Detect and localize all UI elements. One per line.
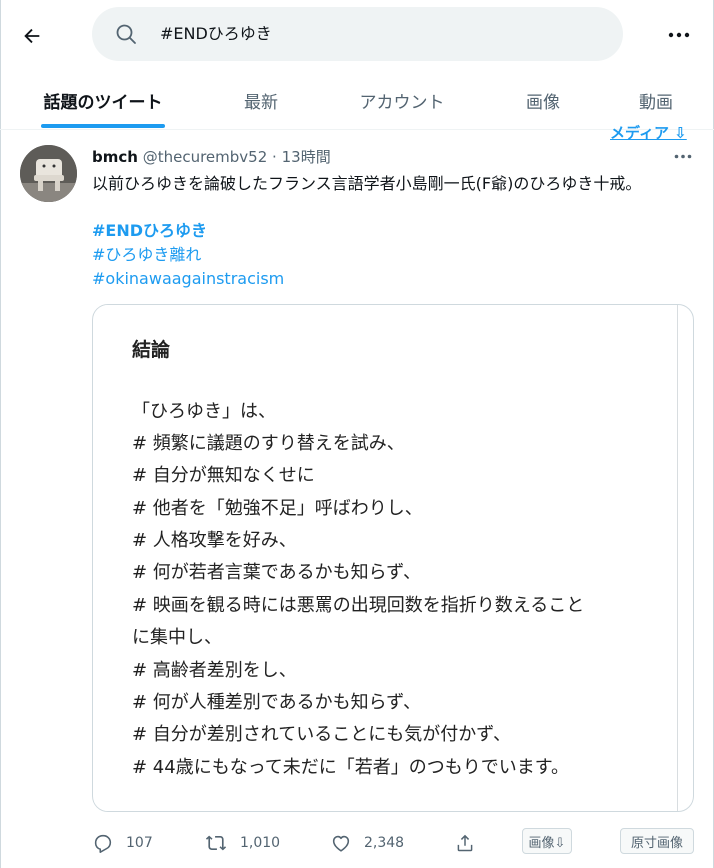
hashtag-link[interactable]: #ENDひろゆき	[92, 219, 207, 242]
share-button[interactable]	[454, 829, 476, 857]
tweet-image[interactable]: 結論 「ひろゆき」は、 # 頻繁に議題のすり替えを試み、 # 自分が無知なくせに…	[92, 304, 694, 812]
tab-top[interactable]: 話題のツイート	[41, 70, 165, 130]
image-text-line: # 何が若者言葉であるかも知らず、	[132, 562, 422, 583]
search-box[interactable]: #ENDひろゆき	[92, 7, 623, 61]
retweet-count: 1,010	[240, 835, 281, 851]
image-text-line: # 高齢者差別をし、	[132, 660, 297, 681]
tweet-time[interactable]: 13時間	[282, 148, 331, 166]
tab-accounts[interactable]: アカウント	[350, 70, 454, 130]
reply-count: 107	[126, 835, 153, 851]
tweet-more-button[interactable]	[670, 146, 696, 166]
avatar-image	[20, 145, 77, 202]
back-arrow-icon	[24, 28, 40, 44]
tweet-separator: ·	[272, 148, 277, 166]
reply-button[interactable]: 107	[92, 829, 153, 857]
more-options-button[interactable]	[664, 22, 694, 48]
share-icon	[457, 834, 473, 852]
back-button[interactable]	[14, 18, 50, 54]
search-tabs: 話題のツイート 最新 アカウント 画像 動画	[0, 70, 714, 130]
image-text-line: # 頻繁に議題のすり替えを試み、	[132, 433, 405, 454]
retweet-icon	[205, 835, 227, 851]
more-icon	[674, 154, 692, 158]
image-download-button[interactable]: 画像⇩	[522, 828, 572, 854]
like-count: 2,348	[364, 835, 405, 851]
original-image-button[interactable]: 原寸画像	[620, 828, 694, 854]
image-text-line: # 他者を「勉強不足」呼ばわりし、	[132, 498, 423, 519]
retweet-button[interactable]: 1,010	[204, 829, 280, 857]
like-button[interactable]: 2,348	[330, 829, 404, 857]
tweet-text: 以前ひろゆきを論破したフランス言語学者小島剛一氏(F爺)のひろゆき十戒。	[92, 174, 642, 193]
image-text-line: # 映画を観る時には悪罵の出現回数を指折り数えること	[132, 595, 585, 616]
heart-icon	[332, 835, 350, 852]
search-icon	[116, 24, 136, 44]
active-tab-indicator	[41, 124, 165, 128]
image-text-line: # 自分が無知なくせに	[132, 465, 315, 486]
image-text-line: に集中し、	[132, 627, 222, 648]
avatar[interactable]	[20, 145, 77, 202]
tab-latest[interactable]: 最新	[232, 70, 290, 130]
image-title: 結論	[132, 339, 171, 361]
hashtag-link[interactable]: #ひろゆき離れ	[92, 243, 201, 266]
tweet-header: bmch @thecurembv52 · 13時間	[92, 147, 331, 167]
more-icon	[668, 32, 690, 38]
tweet-author-handle[interactable]: @thecurembv52	[143, 148, 268, 166]
image-text-line: 「ひろゆき」は、	[132, 401, 276, 422]
search-query[interactable]: #ENDひろゆき	[160, 23, 272, 45]
image-text-line: # 自分が差別されていることにも気が付かず、	[132, 724, 512, 745]
tweet-author-name[interactable]: bmch	[92, 148, 138, 166]
tab-images[interactable]: 画像	[518, 70, 568, 130]
image-text-line: # 何が人種差別であるかも知らず、	[132, 692, 422, 713]
hashtag-link[interactable]: #okinawaagainstracism	[92, 267, 284, 290]
reply-icon	[94, 834, 112, 853]
image-text-line: # 44歳にもなって未だに「若者」のつもりでいます。	[132, 757, 570, 778]
image-content: 結論 「ひろゆき」は、 # 頻繁に議題のすり替えを試み、 # 自分が無知なくせに…	[94, 305, 678, 811]
tab-videos[interactable]: 動画	[631, 70, 681, 130]
image-text-line: # 人格攻撃を好み、	[132, 530, 297, 551]
media-download-link[interactable]: メディア ⇩	[610, 122, 687, 143]
